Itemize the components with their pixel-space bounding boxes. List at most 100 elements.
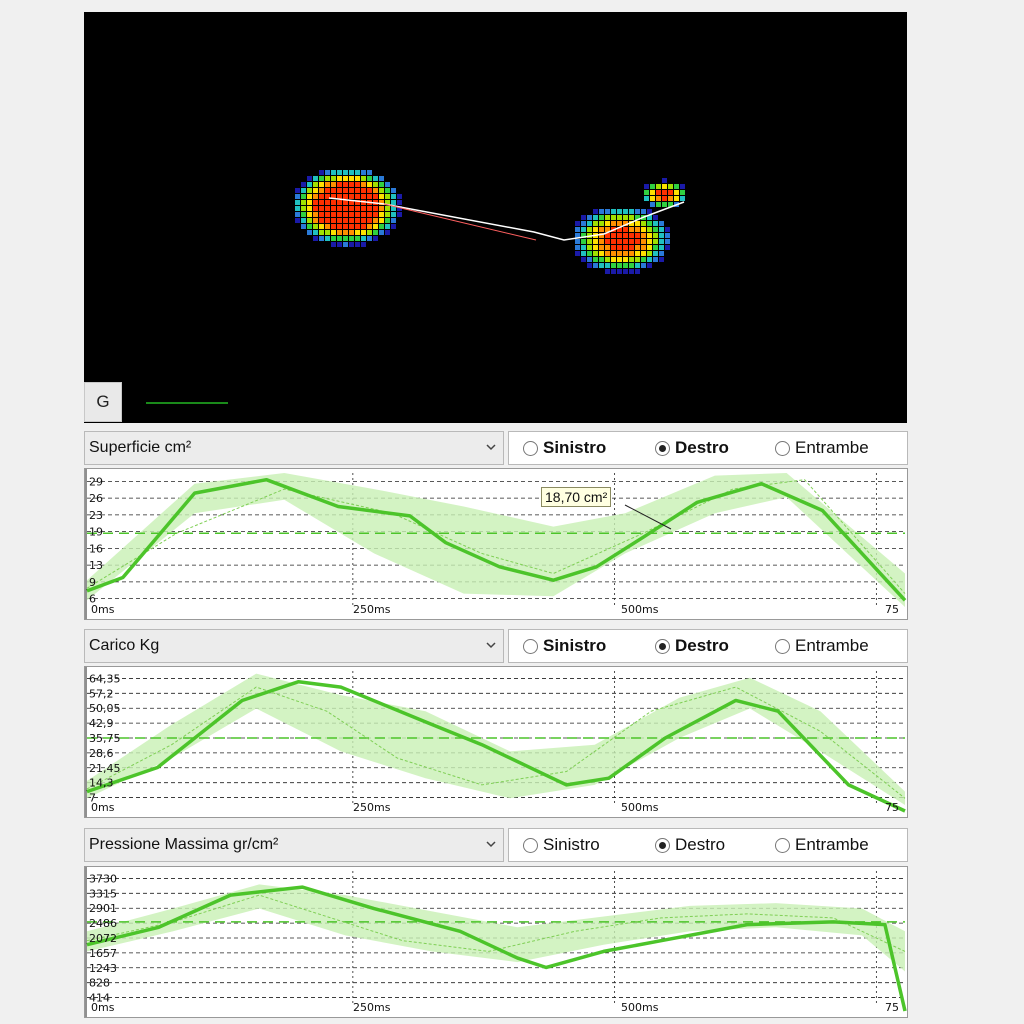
heat-cell (325, 218, 330, 223)
heat-cell (373, 194, 378, 199)
heat-cell (367, 224, 372, 229)
heat-cell (313, 218, 318, 223)
heat-cell (665, 233, 670, 238)
x-tick-label: 500ms (621, 603, 659, 616)
heat-cell (331, 242, 336, 247)
radio-entrambe[interactable]: Entrambe (775, 829, 869, 861)
heat-cell (313, 212, 318, 217)
heat-cell (313, 182, 318, 187)
heat-cell (385, 212, 390, 217)
heat-cell (343, 224, 348, 229)
heat-cell (641, 263, 646, 268)
heat-cell (635, 221, 640, 226)
y-tick-label: 14,3 (89, 777, 114, 790)
foot-pressure-heatmap (295, 170, 685, 274)
heat-cell (653, 221, 658, 226)
heat-cell (623, 263, 628, 268)
metric-dropdown-surface[interactable]: Superficie cm² (84, 431, 504, 465)
heat-cell (605, 239, 610, 244)
g-button[interactable]: G (84, 382, 122, 422)
y-tick-label: 28,6 (89, 747, 114, 760)
heat-cell (665, 239, 670, 244)
heat-cell (331, 176, 336, 181)
radio-sinistro[interactable]: Sinistro (523, 630, 606, 662)
heat-cell (319, 236, 324, 241)
heat-cell (355, 236, 360, 241)
heat-cell (301, 218, 306, 223)
heat-cell (313, 206, 318, 211)
y-tick-label: 13 (89, 559, 103, 572)
heat-cell (647, 239, 652, 244)
radio-sinistro[interactable]: Sinistro (523, 432, 606, 464)
heat-cell (653, 251, 658, 256)
y-tick-label: 19 (89, 526, 103, 539)
heat-cell (653, 227, 658, 232)
pressure-map-viewer[interactable] (84, 12, 907, 423)
heat-cell (605, 263, 610, 268)
heat-cell (587, 215, 592, 220)
heat-cell (641, 233, 646, 238)
heat-cell (301, 188, 306, 193)
heat-cell (653, 257, 658, 262)
radio-destro[interactable]: Destro (655, 630, 729, 662)
heat-cell (349, 206, 354, 211)
dropdown-label: Pressione Massima gr/cm² (89, 836, 279, 853)
radio-label: Entrambe (795, 835, 869, 854)
heat-cell (325, 200, 330, 205)
radio-label: Entrambe (795, 636, 869, 655)
radio-entrambe[interactable]: Entrambe (775, 630, 869, 662)
heat-cell (656, 196, 661, 201)
heat-cell (587, 239, 592, 244)
radio-circle (655, 440, 670, 456)
heat-cell (647, 221, 652, 226)
heat-cell (611, 263, 616, 268)
heat-cell (617, 251, 622, 256)
heat-cell (629, 269, 634, 274)
y-tick-label: 21,45 (89, 762, 121, 775)
heat-cell (307, 212, 312, 217)
heat-cell (367, 230, 372, 235)
heat-cell (379, 188, 384, 193)
y-tick-label: 1243 (89, 962, 117, 975)
heat-cell (337, 218, 342, 223)
heat-cell (644, 196, 649, 201)
heat-cell (629, 227, 634, 232)
heat-cell (617, 239, 622, 244)
heat-cell (617, 209, 622, 214)
heat-cell (343, 188, 348, 193)
heat-cell (355, 170, 360, 175)
heat-cell (623, 257, 628, 262)
heat-cell (349, 236, 354, 241)
metric-dropdown-load[interactable]: Carico Kg (84, 629, 504, 663)
load-chart[interactable]: 64,35 57,2 50,05 42,9 35,75 28,6 21,45 14,3 7 0ms… (84, 666, 908, 818)
surface-chart[interactable]: 29 26 23 19 16 13 9 6 0ms 250ms 500ms 75 (84, 468, 908, 620)
heat-cell (611, 269, 616, 274)
radio-circle (523, 440, 538, 456)
radio-label: Destro (675, 835, 726, 854)
pressure-chart[interactable]: 3730 3315 2901 2486 2072 1657 1243 828 414 0ms 250… (84, 866, 908, 1018)
heat-cell (307, 176, 312, 181)
heat-cell (301, 182, 306, 187)
heat-cell (659, 233, 664, 238)
heat-cell (337, 182, 342, 187)
heat-cell (313, 230, 318, 235)
heat-cell (361, 230, 366, 235)
metric-dropdown-pressure[interactable]: Pressione Massima gr/cm² (84, 828, 504, 862)
heat-cell (623, 245, 628, 250)
heat-cell (391, 200, 396, 205)
heat-cell (611, 257, 616, 262)
heat-cell (629, 263, 634, 268)
heat-cell (385, 206, 390, 211)
heat-cell (593, 263, 598, 268)
heat-cell (349, 182, 354, 187)
y-tick-label: 23 (89, 509, 103, 522)
heat-cell (599, 239, 604, 244)
heat-cell (611, 215, 616, 220)
heat-cell (373, 224, 378, 229)
radio-destro[interactable]: Destro (655, 432, 729, 464)
radio-destro[interactable]: Destro (655, 829, 725, 861)
radio-sinistro[interactable]: Sinistro (523, 829, 600, 861)
x-tick-label: 0ms (91, 603, 115, 616)
chevron-down-icon (486, 444, 496, 451)
radio-entrambe[interactable]: Entrambe (775, 432, 869, 464)
